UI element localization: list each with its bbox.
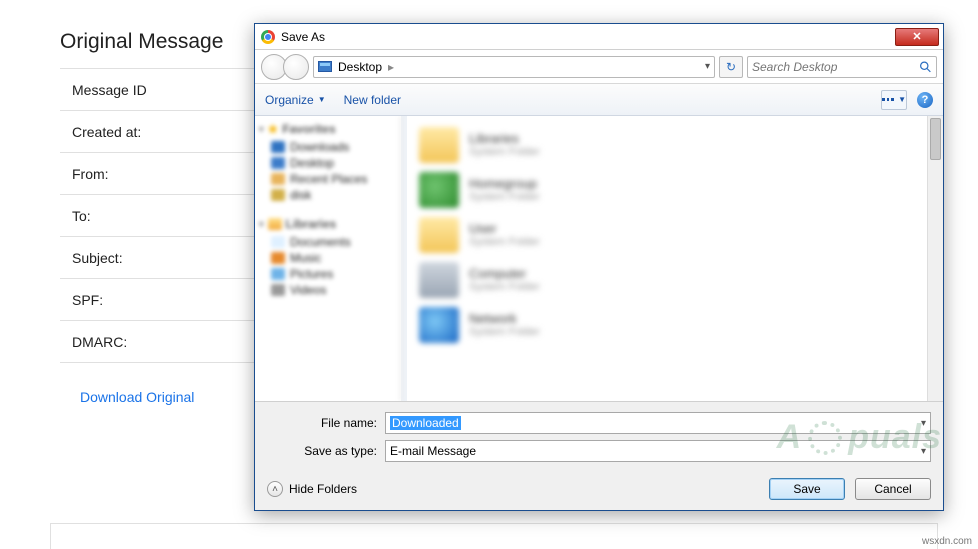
address-dropdown-icon[interactable]: ▾ [705,61,710,72]
file-name-value: Downloaded [390,416,461,430]
tree-favorites[interactable]: ▾★Favorites [259,122,396,136]
nav-tree[interactable]: ▾★Favorites Downloads Desktop Recent Pla… [255,116,401,401]
new-folder-button[interactable]: New folder [344,93,401,107]
save-as-dialog: Save As ✕ Desktop ▸ ▾ ↻ Organize▼ New fo… [254,23,944,511]
nav-back-forward[interactable] [261,54,309,80]
dialog-title: Save As [281,30,325,44]
forward-button[interactable] [283,54,309,80]
dialog-footer: File name: Downloaded ▾ Save as type: E-… [255,402,943,510]
download-original-link[interactable]: Download Original [80,389,194,405]
save-type-label: Save as type: [267,444,385,458]
tree-item[interactable]: disk [259,187,396,203]
address-location: Desktop [338,60,382,74]
tree-libraries[interactable]: ▾Libraries [259,217,396,231]
chevron-down-icon[interactable]: ▾ [921,418,926,429]
breadcrumb-separator-icon: ▸ [388,60,394,74]
refresh-button[interactable]: ↻ [719,56,743,78]
vertical-scrollbar[interactable] [927,116,943,401]
file-name-label: File name: [267,416,385,430]
address-bar[interactable]: Desktop ▸ ▾ [313,56,715,78]
dialog-body: ▾★Favorites Downloads Desktop Recent Pla… [255,116,943,402]
list-item[interactable]: HomegroupSystem Folder [419,167,943,212]
list-item[interactable]: ComputerSystem Folder [419,257,943,302]
tree-item[interactable]: Documents [259,234,396,250]
search-box[interactable] [747,56,937,78]
desktop-icon [318,61,332,72]
save-button[interactable]: Save [769,478,845,500]
file-name-input[interactable]: Downloaded ▾ [385,412,931,434]
save-type-value: E-mail Message [390,444,476,458]
search-input[interactable] [752,60,919,74]
tree-item[interactable]: Desktop [259,155,396,171]
chevron-up-icon: ˄ [267,481,283,497]
chevron-down-icon[interactable]: ▾ [921,446,926,457]
search-icon [919,60,932,74]
credit-text: wsxdn.com [922,536,972,547]
hide-folders-button[interactable]: ˄ Hide Folders [267,481,357,497]
tree-item[interactable]: Pictures [259,266,396,282]
tree-item[interactable]: Recent Places [259,171,396,187]
save-type-select[interactable]: E-mail Message ▾ [385,440,931,462]
cancel-button[interactable]: Cancel [855,478,931,500]
list-item[interactable]: LibrariesSystem Folder [419,122,943,167]
tree-item[interactable]: Videos [259,282,396,298]
file-list[interactable]: LibrariesSystem Folder HomegroupSystem F… [407,116,943,401]
list-item[interactable]: UserSystem Folder [419,212,943,257]
close-button[interactable]: ✕ [895,28,939,46]
nav-row: Desktop ▸ ▾ ↻ [255,50,943,84]
help-button[interactable]: ? [917,92,933,108]
dialog-titlebar: Save As ✕ [255,24,943,50]
chevron-down-icon: ▼ [318,95,326,104]
chrome-icon [261,30,275,44]
list-item[interactable]: NetworkSystem Folder [419,302,943,347]
tree-item[interactable]: Music [259,250,396,266]
view-options-button[interactable]: ▼ [881,90,907,110]
tree-item[interactable]: Downloads [259,139,396,155]
footer-bar [50,523,938,549]
dialog-toolbar: Organize▼ New folder ▼ ? [255,84,943,116]
organize-button[interactable]: Organize▼ [265,93,326,107]
